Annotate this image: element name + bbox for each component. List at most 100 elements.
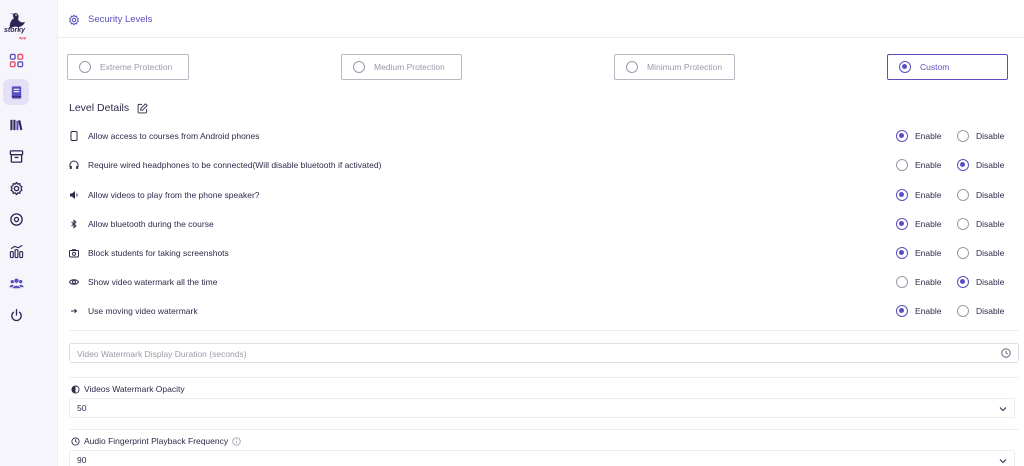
setting-row-android: Allow access to courses from Android pho… — [69, 126, 1019, 146]
enable-label: Enable — [915, 277, 942, 287]
radio-circle — [957, 130, 969, 142]
sidebar: storky app — [0, 0, 34, 466]
level-label: Extreme Protection — [100, 62, 173, 72]
camera-icon — [69, 248, 79, 258]
enable-radio[interactable]: Enable — [896, 130, 941, 142]
disable-label: Disable — [976, 248, 1005, 258]
grid-icon — [9, 53, 23, 67]
disable-label: Disable — [976, 306, 1005, 316]
speaker-icon — [69, 190, 79, 200]
logo-text: storky — [4, 27, 26, 34]
level-label: Medium Protection — [374, 62, 445, 72]
audio-frequency-select[interactable]: 90 — [69, 450, 1015, 466]
clock-icon — [71, 436, 80, 446]
radio-circle — [957, 218, 969, 230]
level-radio — [899, 61, 911, 73]
radio-circle — [957, 159, 969, 171]
users-icon — [8, 278, 24, 288]
radio-circle — [896, 305, 908, 317]
clock-icon — [1001, 348, 1011, 358]
gear-icon — [69, 14, 79, 26]
sidebar-item-courses[interactable] — [3, 79, 29, 105]
radio-circle — [896, 159, 908, 171]
radio-circle — [957, 305, 969, 317]
sidebar-item-analytics[interactable] — [3, 238, 29, 264]
enable-radio[interactable]: Enable — [896, 247, 941, 259]
disable-label: Disable — [976, 160, 1005, 170]
disable-radio[interactable]: Disable — [957, 159, 1004, 171]
radio-circle — [896, 218, 908, 230]
setting-label: Block students for taking screenshots — [88, 248, 229, 258]
setting-row-bluetooth: Allow bluetooth during the course Enable… — [69, 214, 1019, 234]
setting-label: Show video watermark all the time — [88, 277, 218, 287]
setting-row-headphones: Require wired headphones to be connected… — [69, 155, 1019, 175]
disable-label: Disable — [976, 190, 1005, 200]
sidebar-item-users[interactable] — [3, 270, 29, 296]
level-label: Minimum Protection — [647, 62, 723, 72]
sidebar-item-dashboard[interactable] — [3, 47, 29, 73]
sidebar-item-library[interactable] — [3, 111, 29, 137]
enable-radio[interactable]: Enable — [896, 218, 941, 230]
main-panel: Security Levels Extreme Protection Mediu… — [57, 0, 1024, 466]
opacity-select[interactable]: 50 — [69, 398, 1015, 418]
level-custom-button[interactable]: Custom — [887, 54, 1008, 80]
disable-label: Disable — [976, 219, 1005, 229]
enable-radio[interactable]: Enable — [896, 159, 941, 171]
level-radio — [79, 61, 91, 73]
level-details-title: Level Details — [69, 102, 130, 114]
setting-label: Allow access to courses from Android pho… — [88, 131, 260, 141]
divider — [69, 377, 1019, 378]
enable-radio[interactable]: Enable — [896, 276, 941, 288]
enable-radio[interactable]: Enable — [896, 305, 941, 317]
enable-label: Enable — [915, 306, 942, 316]
setting-row-speaker: Allow videos to play from the phone spea… — [69, 185, 1019, 205]
setting-label: Require wired headphones to be connected… — [88, 160, 382, 170]
radio-circle — [957, 247, 969, 259]
audio-frequency-label: Audio Fingerprint Playback Frequency — [71, 436, 245, 446]
disable-radio[interactable]: Disable — [957, 189, 1004, 201]
watermark-duration-field[interactable] — [69, 343, 1019, 363]
opacity-label: Videos Watermark Opacity — [71, 384, 185, 394]
book-icon — [11, 85, 21, 99]
watermark-duration-input[interactable] — [70, 345, 990, 363]
chevron-down-icon — [999, 459, 1007, 464]
eye-icon — [69, 277, 79, 287]
enable-label: Enable — [915, 219, 942, 229]
page-title: Security Levels — [88, 14, 153, 25]
library-icon — [9, 119, 22, 130]
level-radio — [353, 61, 365, 73]
disable-radio[interactable]: Disable — [957, 130, 1004, 142]
enable-label: Enable — [915, 190, 942, 200]
gear-icon — [9, 181, 23, 195]
setting-row-moving-watermark: Use moving video watermark Enable Disabl… — [69, 301, 1019, 321]
bluetooth-icon — [69, 219, 79, 229]
chevron-down-icon — [999, 407, 1007, 412]
logo-bird-icon — [9, 13, 25, 29]
setting-label: Allow videos to play from the phone spea… — [88, 190, 260, 200]
header: Security Levels — [58, 0, 1024, 38]
setting-label: Allow bluetooth during the course — [88, 219, 214, 229]
level-minimum-button[interactable]: Minimum Protection — [614, 54, 735, 80]
archive-icon — [9, 149, 23, 163]
edit-icon[interactable] — [137, 103, 148, 114]
sidebar-item-logout[interactable] — [3, 302, 29, 328]
radio-circle — [896, 276, 908, 288]
disable-radio[interactable]: Disable — [957, 305, 1004, 317]
divider — [69, 330, 1019, 331]
sidebar-item-archive[interactable] — [3, 143, 29, 169]
target-icon — [9, 212, 23, 226]
setting-row-watermark: Show video watermark all the time Enable… — [69, 272, 1019, 292]
info-icon[interactable] — [232, 436, 241, 446]
radio-circle — [896, 130, 908, 142]
level-medium-button[interactable]: Medium Protection — [341, 54, 462, 80]
sidebar-item-record[interactable] — [3, 206, 29, 232]
sidebar-item-settings[interactable] — [3, 175, 29, 201]
radio-circle — [957, 276, 969, 288]
radio-circle — [896, 247, 908, 259]
level-extreme-button[interactable]: Extreme Protection — [67, 54, 189, 80]
enable-label: Enable — [915, 248, 942, 258]
enable-radio[interactable]: Enable — [896, 189, 941, 201]
disable-radio[interactable]: Disable — [957, 276, 1004, 288]
disable-radio[interactable]: Disable — [957, 218, 1004, 230]
disable-radio[interactable]: Disable — [957, 247, 1004, 259]
